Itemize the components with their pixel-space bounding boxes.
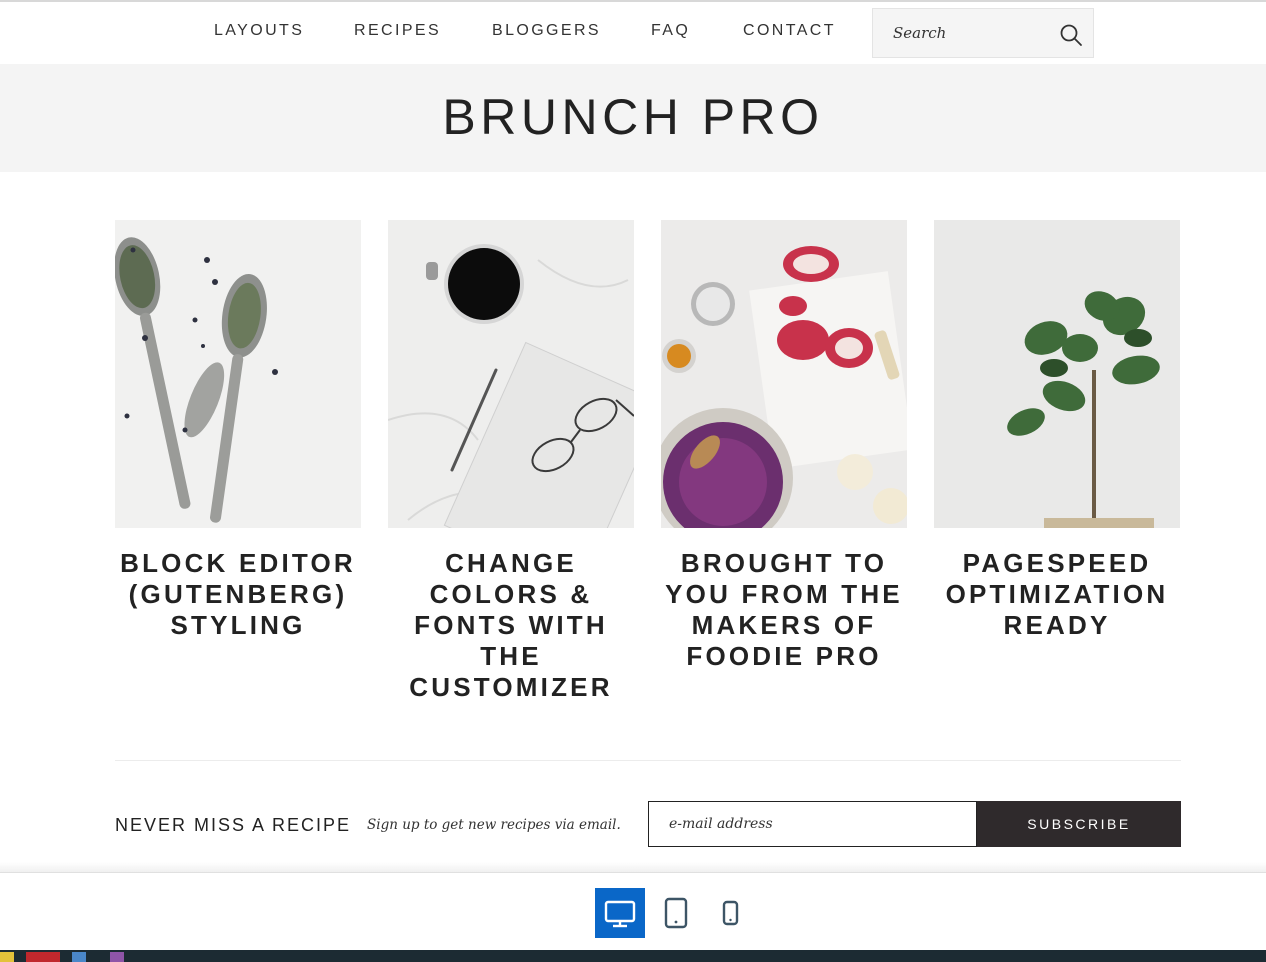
feature-card-block-editor: BLOCK EDITOR (GUTENBERG) STYLING xyxy=(115,220,361,641)
subscribe-button[interactable]: SUBSCRIBE xyxy=(977,801,1181,847)
taskbar-app-icon[interactable] xyxy=(72,952,86,962)
main-nav: LAYOUTS RECIPES BLOGGERS FAQ CONTACT xyxy=(0,2,1266,64)
nav-item-recipes[interactable]: RECIPES xyxy=(354,22,441,40)
site-title[interactable]: BRUNCH PRO xyxy=(0,88,1266,146)
feature-card-customizer: CHANGE COLORS & FONTS WITH THE CUSTOMIZE… xyxy=(388,220,634,703)
herb-spoons-image[interactable] xyxy=(115,220,361,528)
site-header: BRUNCH PRO xyxy=(0,64,1266,172)
os-taskbar xyxy=(0,950,1266,962)
taskbar-app-icon[interactable] xyxy=(26,952,60,962)
desktop-preview-button[interactable] xyxy=(595,888,645,938)
feature-card-pagespeed: PAGESPEED OPTIMIZATION READY xyxy=(934,220,1180,641)
mobile-icon xyxy=(722,900,739,926)
fig-plant-image[interactable] xyxy=(934,220,1180,528)
search-icon[interactable] xyxy=(1059,23,1083,47)
bottom-shadow xyxy=(0,862,1266,872)
taskbar-app-icon[interactable] xyxy=(0,952,14,962)
taskbar-app-icon[interactable] xyxy=(110,952,124,962)
newsletter-heading: NEVER MISS A RECIPE xyxy=(115,815,352,835)
tablet-icon xyxy=(664,897,688,929)
search-input[interactable] xyxy=(873,9,1053,57)
nav-item-faq[interactable]: FAQ xyxy=(651,22,690,40)
feature-title[interactable]: PAGESPEED OPTIMIZATION READY xyxy=(934,548,1180,641)
device-preview-bar xyxy=(0,872,1266,950)
tablet-preview-button[interactable] xyxy=(651,888,701,938)
desktop-icon xyxy=(604,900,636,928)
coffee-notebook-image[interactable] xyxy=(388,220,634,528)
feature-title[interactable]: BLOCK EDITOR (GUTENBERG) STYLING xyxy=(115,548,361,641)
pomegranate-salad-image[interactable] xyxy=(661,220,907,528)
nav-item-bloggers[interactable]: BLOGGERS xyxy=(492,22,601,40)
nav-item-layouts[interactable]: LAYOUTS xyxy=(214,22,304,40)
newsletter-subtext: Sign up to get new recipes via email. xyxy=(367,817,621,833)
search-box xyxy=(872,8,1094,58)
section-divider xyxy=(115,760,1181,761)
nav-item-contact[interactable]: CONTACT xyxy=(743,22,836,40)
feature-title[interactable]: BROUGHT TO YOU FROM THE MAKERS OF FOODIE… xyxy=(661,548,907,672)
email-field[interactable] xyxy=(648,801,977,847)
feature-title[interactable]: CHANGE COLORS & FONTS WITH THE CUSTOMIZE… xyxy=(388,548,634,703)
mobile-preview-button[interactable] xyxy=(705,888,755,938)
feature-card-makers: BROUGHT TO YOU FROM THE MAKERS OF FOODIE… xyxy=(661,220,907,672)
